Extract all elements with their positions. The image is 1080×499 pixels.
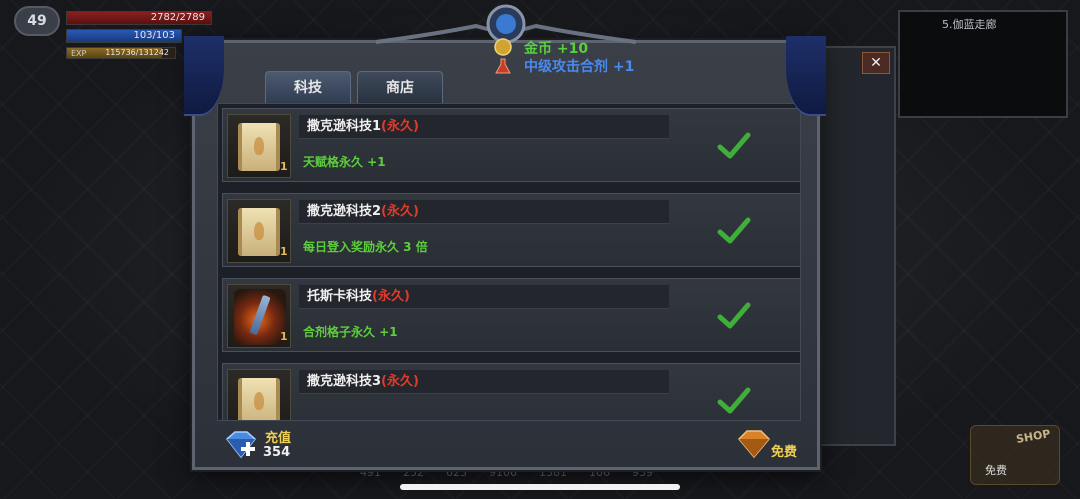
shop-free-label: 免费 bbox=[985, 464, 1007, 477]
item-name: 托斯卡科技 bbox=[307, 289, 373, 304]
orange-gem-icon[interactable] bbox=[735, 427, 771, 459]
shop-button[interactable]: SHOP 免费 bbox=[970, 425, 1060, 485]
dialog-tabs: 科技 商店 bbox=[265, 71, 443, 103]
tab-shop[interactable]: 商店 bbox=[357, 71, 443, 103]
minimap-title: 5.伽蓝走廊 bbox=[942, 18, 997, 31]
item-count: 1 bbox=[280, 245, 288, 258]
sword-icon: 1 bbox=[227, 284, 291, 348]
checkmark-icon bbox=[717, 217, 751, 244]
item-description: 合剂格子永久 +1 bbox=[303, 325, 398, 339]
diamond-count: 354 bbox=[263, 445, 291, 460]
shop-label: SHOP bbox=[1015, 427, 1052, 446]
item-description: 天赋格永久 +1 bbox=[303, 155, 386, 169]
item-permanent-tag: (永久) bbox=[381, 119, 419, 134]
checkmark-icon bbox=[717, 387, 751, 414]
item-permanent-tag: (永久) bbox=[381, 204, 419, 219]
scroll-icon bbox=[227, 369, 291, 420]
scroll-icon: 1 bbox=[227, 199, 291, 263]
item-name-bar: 撒克逊科技1(永久) bbox=[299, 115, 669, 139]
behind-close-icon[interactable]: ✕ bbox=[862, 52, 890, 74]
checkmark-icon bbox=[717, 302, 751, 329]
list-item[interactable]: 1 撒克逊科技2(永久) 每日登入奖励永久 3 倍 bbox=[222, 193, 800, 267]
item-permanent-tag: (永久) bbox=[381, 374, 419, 389]
item-name: 撒克逊科技2 bbox=[307, 204, 382, 219]
list-item[interactable]: 1 撒克逊科技1(永久) 天赋格永久 +1 bbox=[222, 108, 800, 182]
player-level: 49 bbox=[14, 6, 60, 36]
tab-tech[interactable]: 科技 bbox=[265, 71, 351, 103]
mp-value: 103/103 bbox=[133, 30, 175, 41]
home-indicator[interactable] bbox=[400, 484, 680, 490]
minimap[interactable]: 5.伽蓝走廊 bbox=[898, 10, 1068, 118]
exp-bar: EXP 115736/131242 bbox=[66, 47, 176, 59]
tech-shop-dialog: 科技 商店 ✕ 1 撒克逊科技1(永久) 天赋格永久 +1 1 撒克逊科技2(永… bbox=[192, 40, 820, 470]
scroll-icon: 1 bbox=[227, 114, 291, 178]
item-permanent-tag: (永久) bbox=[372, 289, 410, 304]
item-name-bar: 托斯卡科技(永久) bbox=[299, 285, 669, 309]
item-name-bar: 撒克逊科技2(永久) bbox=[299, 200, 669, 224]
free-label[interactable]: 免费 bbox=[771, 441, 797, 460]
list-item[interactable]: 撒克逊科技3(永久) bbox=[222, 363, 800, 420]
item-name: 撒克逊科技1 bbox=[307, 119, 382, 134]
diamond-plus-icon[interactable] bbox=[223, 429, 259, 461]
gold-reward-notification: 金币 +10 bbox=[524, 41, 589, 57]
list-item[interactable]: 1 托斯卡科技(永久) 合剂格子永久 +1 bbox=[222, 278, 800, 352]
mp-bar: 103/103 bbox=[66, 29, 182, 43]
item-count: 1 bbox=[280, 330, 288, 343]
item-count: 1 bbox=[280, 160, 288, 173]
checkmark-icon bbox=[717, 132, 751, 159]
hp-bar: 2782/2789 bbox=[66, 11, 212, 25]
item-description: 每日登入奖励永久 3 倍 bbox=[303, 240, 428, 254]
item-name: 撒克逊科技3 bbox=[307, 374, 382, 389]
hp-value: 2782/2789 bbox=[150, 12, 205, 23]
recharge-label[interactable]: 充值 bbox=[265, 427, 291, 446]
exp-value: 115736/131242 bbox=[105, 48, 169, 57]
item-reward-notification: 中级攻击合剂 +1 bbox=[524, 59, 635, 75]
exp-label: EXP bbox=[71, 49, 87, 58]
tech-list[interactable]: 1 撒克逊科技1(永久) 天赋格永久 +1 1 撒克逊科技2(永久) 每日登入奖… bbox=[217, 103, 801, 421]
dialog-footer: 充值 354 免费 bbox=[195, 425, 817, 467]
item-name-bar: 撒克逊科技3(永久) bbox=[299, 370, 669, 394]
potion-icon bbox=[495, 58, 511, 74]
gold-coin-icon bbox=[494, 38, 512, 56]
